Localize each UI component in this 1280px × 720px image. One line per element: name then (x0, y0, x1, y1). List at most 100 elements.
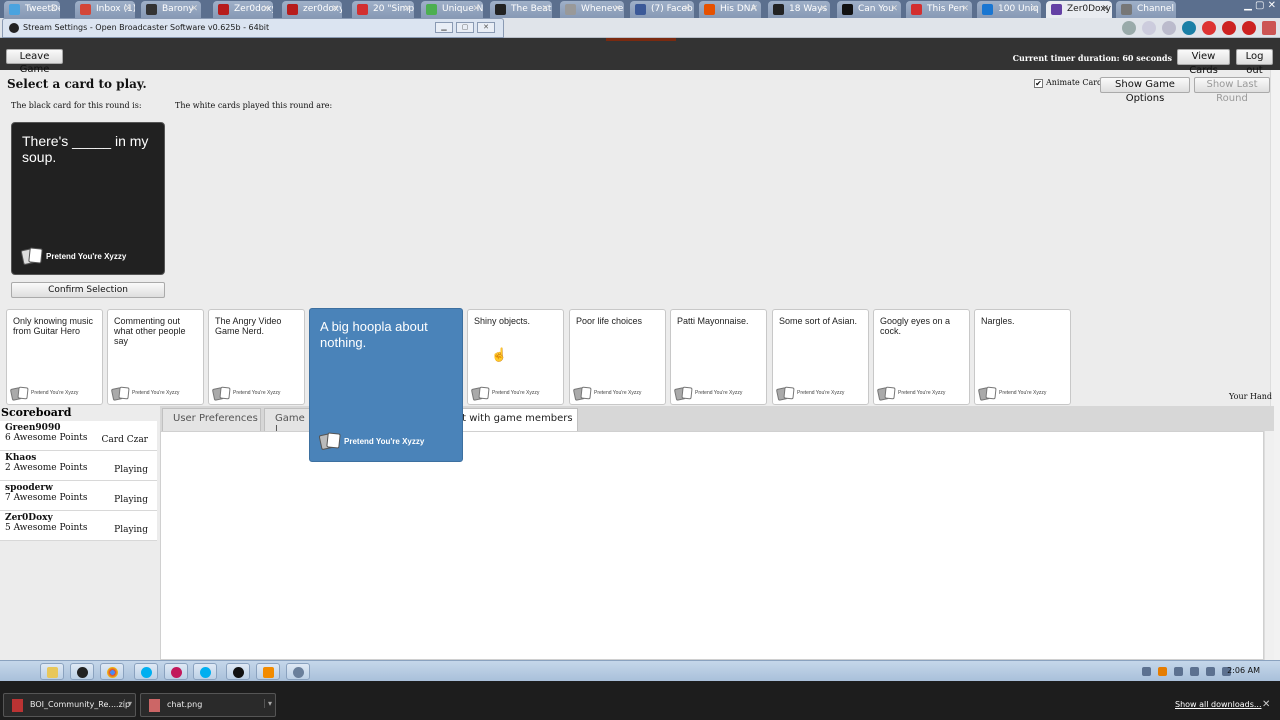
obs-window-title: Stream Settings - Open Broadcaster Softw… (23, 23, 270, 32)
chevron-down-icon[interactable]: ▾ (123, 699, 132, 708)
show-last-round-button[interactable]: Show Last Round (1194, 77, 1270, 104)
close-icon[interactable]: ✕ (613, 4, 621, 14)
leave-game-button[interactable]: Leave Game (6, 49, 63, 75)
close-icon[interactable]: ✕ (1101, 4, 1109, 14)
taskbar-steam[interactable] (70, 663, 94, 680)
taskbar-obs[interactable] (226, 663, 250, 680)
show-all-downloads-link[interactable]: Show all downloads... (1175, 700, 1262, 709)
card-brand: Pretend You're Xyzzy (318, 432, 424, 451)
page-icon (146, 4, 157, 15)
animate-cards-checkbox[interactable]: ✔ (1034, 79, 1043, 88)
browser-tab[interactable]: zer0doxy ✕ (282, 1, 342, 18)
maximize-button[interactable]: ▢ (456, 22, 474, 33)
search-icon[interactable] (1142, 21, 1156, 35)
panel-scrollbar[interactable] (1264, 431, 1274, 660)
obs-window-titlebar[interactable]: Stream Settings - Open Broadcaster Softw… (2, 18, 504, 38)
card-brand: Pretend You're Xyzzy (572, 386, 641, 401)
card-text: Patti Mayonnaise. (677, 316, 749, 326)
browser-tab[interactable]: Channel (1116, 1, 1176, 18)
view-cards-button[interactable]: View Cards (1177, 49, 1230, 76)
hand-card[interactable]: Some sort of Asian. Pretend You're Xyzzy (772, 309, 869, 405)
taskbar: 2:06 AM (0, 660, 1280, 681)
close-button[interactable]: ✕ (477, 22, 495, 33)
browser-tab-active[interactable]: Zer0Doxy ✕ (1046, 1, 1112, 18)
browser-tab[interactable]: 100 Uniq ✕ (977, 1, 1041, 18)
browser-tab[interactable]: TweetDe ✕ (4, 1, 60, 18)
download-item[interactable]: BOI_Community_Re....zip ▾ (3, 693, 136, 717)
close-icon[interactable]: ✕ (190, 4, 198, 14)
browser-tab[interactable]: Barony ✕ (141, 1, 201, 18)
obs-icon (9, 23, 19, 33)
log-out-button[interactable]: Log out (1236, 49, 1273, 76)
browser-tab[interactable]: Wheneve ✕ (560, 1, 624, 18)
player-name: Khaos (5, 453, 37, 463)
browser-tab[interactable]: 20 "Simp ✕ (352, 1, 414, 18)
scoreboard: Scoreboard Green9090 6 Awesome Points Card… (0, 406, 157, 660)
star-icon[interactable] (1162, 21, 1176, 35)
shield-icon[interactable] (1122, 21, 1136, 35)
player-name: Green9090 (5, 423, 61, 433)
card-brand-label: Pretend You're Xyzzy (797, 390, 845, 396)
animate-cards-toggle[interactable]: ✔ Animate Cards (1034, 78, 1106, 88)
close-icon[interactable]: ✕ (472, 4, 480, 14)
browser-tab[interactable]: This Pen ✕ (906, 1, 972, 18)
taskbar-app[interactable] (164, 663, 188, 680)
browser-tab[interactable]: Inbox (1) ✕ (75, 1, 135, 18)
hand-card[interactable]: Poor life choices Pretend You're Xyzzy (569, 309, 666, 405)
close-icon[interactable]: ✕ (262, 4, 270, 14)
hand-card[interactable]: Shiny objects. Pretend You're Xyzzy (467, 309, 564, 405)
close-icon[interactable]: ✕ (1262, 699, 1270, 710)
hand-card[interactable]: Nargles. Pretend You're Xyzzy (974, 309, 1071, 405)
show-game-options-button[interactable]: Show Game Options (1100, 77, 1190, 104)
menu-icon[interactable] (1262, 21, 1276, 35)
close-icon[interactable]: ✕ (403, 4, 411, 14)
tab-game-list[interactable]: Game L (264, 408, 312, 435)
close-icon[interactable]: ✕ (750, 4, 758, 14)
close-icon[interactable]: ✕ (331, 4, 339, 14)
system-tray[interactable] (1142, 667, 1231, 676)
extension-icon[interactable] (1182, 21, 1196, 35)
cards-logo-icon (20, 247, 44, 266)
hand-card[interactable]: The Angry Video Game Nerd. Pretend You're… (208, 309, 305, 405)
close-icon[interactable]: ✕ (124, 4, 132, 14)
taskbar-skype[interactable] (193, 663, 217, 680)
chevron-down-icon[interactable]: ▾ (263, 699, 272, 708)
tab-chat[interactable]: at with game members (445, 408, 578, 431)
hand-card[interactable]: Patti Mayonnaise. Pretend You're Xyzzy (670, 309, 767, 405)
window-controls[interactable]: ▁ ▢ ✕ (1244, 0, 1276, 11)
hand-card[interactable]: Only knowing music from Guitar Hero Prete… (6, 309, 103, 405)
close-icon[interactable]: ✕ (819, 4, 827, 14)
minimize-button[interactable]: ▁ (435, 22, 453, 33)
browser-tab[interactable]: Unique N ✕ (421, 1, 483, 18)
browser-tab[interactable]: 18 Ways ✕ (768, 1, 830, 18)
tab-user-preferences[interactable]: User Preferences (162, 408, 261, 431)
taskbar-vlc[interactable] (256, 663, 280, 680)
close-icon[interactable]: ✕ (961, 4, 969, 14)
taskbar-skype[interactable] (134, 663, 158, 680)
adblock-icon[interactable] (1222, 21, 1236, 35)
extension-icon[interactable] (1202, 21, 1216, 35)
page-icon (426, 4, 437, 15)
browser-tab[interactable]: (7) Faceb ✕ (630, 1, 694, 18)
close-icon[interactable]: ✕ (1030, 4, 1038, 14)
browser-tab[interactable]: His DNA ✕ (699, 1, 761, 18)
close-icon[interactable]: ✕ (683, 4, 691, 14)
taskbar-app[interactable] (286, 663, 310, 680)
close-icon[interactable]: ✕ (890, 4, 898, 14)
browser-tab[interactable]: Can You ✕ (837, 1, 901, 18)
tab-label: This Pen (927, 4, 965, 14)
hand-card[interactable]: Googly eyes on a cock. Pretend You're Xyz… (873, 309, 970, 405)
hand-card[interactable]: Commenting out what other people say Pret… (107, 309, 204, 405)
taskbar-explorer[interactable] (40, 663, 64, 680)
close-icon[interactable]: ✕ (49, 4, 57, 14)
selected-hand-card[interactable]: A big hoopla about nothing. Pretend You'… (309, 308, 463, 462)
card-brand: Pretend You're Xyzzy (977, 386, 1046, 401)
taskbar-chrome[interactable] (100, 663, 124, 680)
confirm-selection-button[interactable]: Confirm Selection (11, 282, 165, 298)
extension-icon[interactable] (1242, 21, 1256, 35)
chrome-icon (107, 667, 118, 678)
close-icon[interactable]: ✕ (541, 4, 549, 14)
browser-tab[interactable]: The Beat ✕ (490, 1, 552, 18)
browser-tab[interactable]: Zer0doxy ✕ (213, 1, 273, 18)
download-item[interactable]: chat.png ▾ (140, 693, 276, 717)
